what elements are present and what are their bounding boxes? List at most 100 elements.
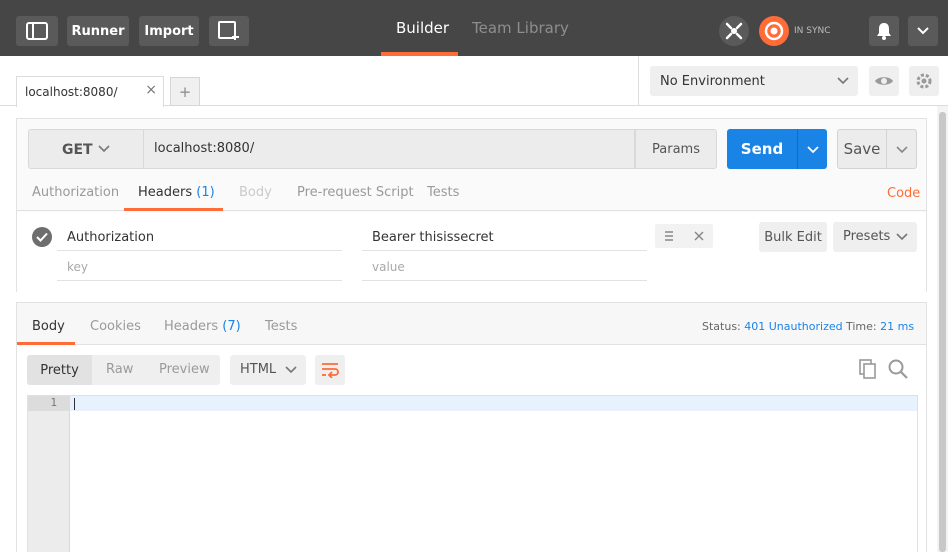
new-window-icon xyxy=(218,21,239,40)
format-preview-button[interactable]: Preview xyxy=(159,362,210,377)
headers-editor: Authorization Bearer thisissecret key va… xyxy=(17,212,926,292)
wrap-lines-button[interactable] xyxy=(315,355,345,385)
format-raw-button[interactable]: Raw xyxy=(106,362,133,377)
satellite-icon xyxy=(725,22,743,40)
response-body-editor[interactable]: 1 xyxy=(27,395,918,552)
environment-bar: No Environment xyxy=(638,56,948,106)
status-label: Status: xyxy=(702,320,741,333)
chevron-down-icon xyxy=(895,146,908,154)
status-readout: Status: 401 Unauthorized xyxy=(702,320,843,333)
tab-headers[interactable]: Headers (1) xyxy=(138,185,215,200)
add-tab-button[interactable]: + xyxy=(170,77,200,106)
chevron-down-icon xyxy=(98,145,110,153)
search-icon[interactable] xyxy=(887,358,909,380)
editor-active-line xyxy=(70,396,917,411)
chevron-down-icon xyxy=(896,233,908,241)
response-tab-headers[interactable]: Headers (7) xyxy=(164,319,241,334)
checkmark-icon xyxy=(36,232,48,242)
request-subtabs: Authorization Headers (1) Body Pre-reque… xyxy=(17,171,926,211)
sidebar-toggle-button[interactable] xyxy=(16,16,58,46)
response-panel: Body Cookies Headers (7) Tests Status: 4… xyxy=(16,302,927,552)
language-selected: HTML xyxy=(240,362,277,377)
scrollbar[interactable] xyxy=(937,106,948,552)
nav-builder[interactable]: Builder xyxy=(396,0,449,56)
sidebar-icon xyxy=(26,22,48,40)
tab-body[interactable]: Body xyxy=(239,185,272,200)
import-button[interactable]: Import xyxy=(139,16,199,46)
settings-menu-button[interactable] xyxy=(908,16,938,46)
tab-headers-label: Headers xyxy=(138,185,193,200)
notifications-button[interactable] xyxy=(869,16,899,46)
response-tab-cookies[interactable]: Cookies xyxy=(90,319,141,334)
format-pretty-button[interactable]: Pretty xyxy=(27,355,92,385)
chevron-down-icon xyxy=(917,27,929,35)
tab-prerequest-script[interactable]: Pre-request Script xyxy=(297,185,414,200)
environment-selected: No Environment xyxy=(660,74,765,89)
copy-icon[interactable] xyxy=(858,358,878,380)
divider xyxy=(57,280,342,281)
divider xyxy=(362,280,647,281)
language-select[interactable]: HTML xyxy=(230,355,306,385)
time-value: 21 ms xyxy=(880,320,915,333)
main-panel: localhost:8080/ × + No Environment GET l… xyxy=(0,56,948,552)
send-options-button[interactable] xyxy=(797,129,827,169)
status-value: 401 Unauthorized xyxy=(744,320,843,333)
response-tab-body[interactable]: Body xyxy=(32,319,65,334)
text-cursor xyxy=(74,398,75,410)
response-tabs: Body Cookies Headers (7) Tests Status: 4… xyxy=(17,303,926,345)
tab-authorization[interactable]: Authorization xyxy=(32,185,119,200)
bulk-edit-button[interactable]: Bulk Edit xyxy=(759,222,827,252)
gear-icon xyxy=(916,73,932,89)
top-bar: Runner Import Builder Team Library IN SY… xyxy=(0,0,948,56)
url-value: localhost:8080/ xyxy=(154,141,255,156)
presets-label: Presets xyxy=(843,229,891,244)
sync-status-label: IN SYNC xyxy=(794,26,831,36)
response-tab-tests[interactable]: Tests xyxy=(265,319,297,334)
divider xyxy=(362,250,647,251)
nav-team-library[interactable]: Team Library xyxy=(472,0,569,56)
environment-select[interactable]: No Environment xyxy=(650,66,858,96)
new-header-key-input[interactable]: key xyxy=(67,260,88,274)
header-enabled-checkbox[interactable] xyxy=(32,227,52,247)
remove-header-icon[interactable] xyxy=(693,230,705,242)
line-number: 1 xyxy=(50,396,57,409)
save-button[interactable]: Save xyxy=(837,129,887,169)
save-options-button[interactable] xyxy=(887,129,917,169)
chevron-down-icon xyxy=(806,146,819,154)
sync-button[interactable] xyxy=(759,16,789,46)
drag-handle-icon[interactable] xyxy=(663,230,675,242)
params-button[interactable]: Params xyxy=(635,129,717,169)
gutter-active-line xyxy=(28,396,70,411)
request-tab[interactable]: localhost:8080/ × xyxy=(16,76,164,107)
new-header-value-input[interactable]: value xyxy=(372,260,405,274)
environment-quick-look-button[interactable] xyxy=(869,66,899,96)
request-builder: GET localhost:8080/ Params Send Save Aut… xyxy=(16,118,927,292)
response-tab-headers-label: Headers xyxy=(164,319,219,334)
response-headers-count: (7) xyxy=(222,319,241,334)
presets-dropdown[interactable]: Presets xyxy=(833,222,917,252)
generate-code-link[interactable]: Code xyxy=(887,186,920,201)
format-toggle-group: Pretty Raw Preview xyxy=(27,355,220,385)
url-input[interactable]: localhost:8080/ xyxy=(144,129,635,169)
header-key-field[interactable]: Authorization xyxy=(67,230,154,245)
chevron-down-icon xyxy=(285,366,297,374)
send-button[interactable]: Send xyxy=(727,129,797,169)
new-window-button[interactable] xyxy=(209,16,249,46)
request-tab-bar: localhost:8080/ × + xyxy=(0,56,638,107)
time-readout: Time: 21 ms xyxy=(846,320,914,333)
method-select[interactable]: GET xyxy=(28,129,144,169)
header-value-field[interactable]: Bearer thisissecret xyxy=(372,230,494,245)
close-icon[interactable]: × xyxy=(145,82,157,98)
subtab-active-indicator xyxy=(124,208,223,211)
request-tab-label: localhost:8080/ xyxy=(25,85,118,99)
header-row-tools xyxy=(655,224,713,248)
scrollbar-thumb[interactable] xyxy=(939,112,946,552)
runner-button[interactable]: Runner xyxy=(67,16,129,46)
eye-icon xyxy=(875,77,893,85)
manage-environments-button[interactable] xyxy=(909,66,939,96)
method-label: GET xyxy=(62,142,93,158)
interceptor-button[interactable] xyxy=(719,16,749,46)
tab-tests[interactable]: Tests xyxy=(427,185,459,200)
divider xyxy=(57,250,342,251)
sync-icon xyxy=(764,21,784,41)
